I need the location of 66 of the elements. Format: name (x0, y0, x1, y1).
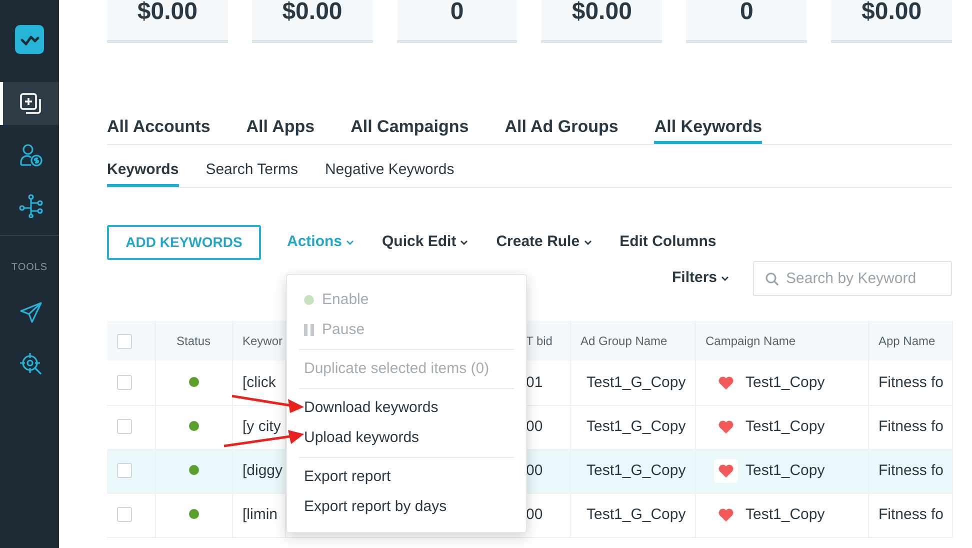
table-cell: [limin (232, 493, 285, 537)
sub-tab[interactable]: Keywords (107, 159, 179, 187)
table-cell: [y city (232, 405, 285, 449)
caret-icon (460, 240, 468, 245)
checkbox[interactable] (117, 507, 132, 522)
column-header: Ad Group Name (570, 321, 695, 361)
stat-card: $0.00 (541, 0, 662, 43)
search-icon (765, 272, 779, 286)
campaign-name: Test1_Copy (746, 418, 825, 435)
logo-icon[interactable] (15, 25, 44, 54)
pause-icon (304, 324, 314, 336)
menu-item[interactable]: Export report (287, 462, 526, 492)
checkbox[interactable] (117, 375, 132, 390)
checkbox[interactable] (117, 334, 132, 350)
caret-icon (584, 240, 592, 245)
campaign-name: Test1_Copy (746, 506, 825, 523)
table-cell: Fitness fo (868, 361, 952, 405)
dot-icon (304, 295, 314, 305)
sub-tab[interactable]: Search Terms (206, 159, 298, 187)
flow-icon (19, 194, 43, 218)
dropdown-button[interactable]: Create Rule (496, 231, 592, 254)
caret-icon (346, 240, 354, 245)
stat-card: $0.00 (107, 0, 228, 43)
column-header: Status (155, 321, 232, 361)
section-label: TOOLS (10, 261, 49, 275)
campaign-name: Test1_Copy (746, 462, 825, 479)
level-tab[interactable]: All Keywords (654, 115, 762, 144)
caret-icon (721, 276, 729, 281)
link[interactable]: Edit Columns (620, 231, 716, 254)
table-cell: Test1_G_Copy (570, 449, 695, 493)
search-field[interactable]: Search by Keyword (753, 261, 952, 296)
table-cell: Test1_G_Copy (570, 493, 695, 537)
checkbox[interactable] (117, 419, 132, 434)
menu-item[interactable]: Upload keywords (287, 423, 526, 453)
column-header: T bid (526, 321, 570, 361)
sub-tab[interactable]: Negative Keywords (324, 159, 454, 187)
level-tab[interactable]: All Apps (246, 115, 315, 144)
table-cell: Fitness fo (868, 449, 952, 493)
dropdown-button[interactable]: Quick Edit (382, 231, 468, 254)
level-tab[interactable]: All Ad Groups (504, 115, 618, 144)
table-cell: Fitness fo (868, 405, 952, 449)
column-header: App Name (868, 321, 952, 361)
stat-card: $0.00 (252, 0, 373, 43)
campaign-name: Test1_Copy (746, 374, 825, 391)
table-cell: [click (232, 361, 285, 405)
menu-item[interactable]: Download keywords (287, 393, 526, 423)
stat-card: $0.00 (831, 0, 952, 43)
add-page-icon (20, 92, 42, 114)
checkbox[interactable] (117, 463, 132, 478)
send-icon (19, 300, 43, 324)
table-cell: Fitness fo (868, 493, 952, 537)
sidebar-item[interactable] (0, 82, 59, 125)
user-money-icon (19, 142, 43, 166)
table-cell: Test1_G_Copy (570, 405, 695, 449)
table-cell: 00 (526, 449, 570, 493)
target-icon (19, 352, 43, 376)
table-cell: Test1_G_Copy (570, 361, 695, 405)
column-header: Campaign Name (695, 321, 868, 361)
stat-card: 0 (396, 0, 518, 43)
level-tab[interactable]: All Accounts (107, 115, 210, 144)
stat-card: 0 (686, 0, 808, 43)
table-cell: [diggy (232, 449, 285, 493)
filters-button[interactable]: Filters (672, 267, 729, 290)
menu-item[interactable]: Export report by days (287, 492, 526, 522)
column-header: Keywor (232, 321, 285, 361)
level-tab[interactable]: All Campaigns (350, 115, 469, 144)
